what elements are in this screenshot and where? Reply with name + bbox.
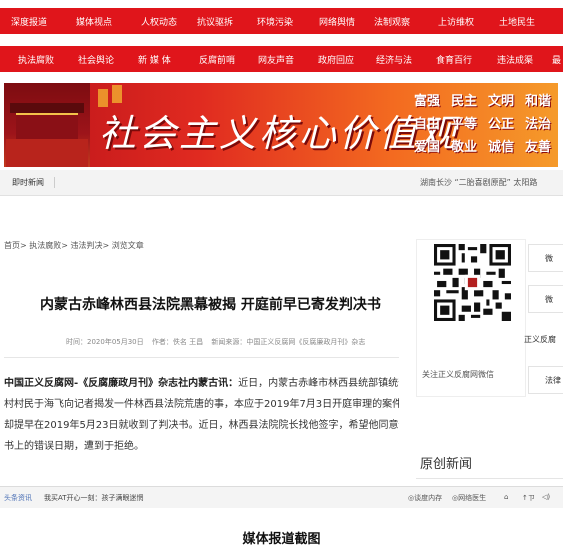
publish-date: 时间：2020年05月30日 — [66, 338, 144, 346]
nav-item-industries[interactable]: 食育百行 — [436, 53, 472, 66]
qr-code-icon[interactable] — [434, 244, 511, 321]
nav-item-social-opinion[interactable]: 社会舆论 — [78, 53, 114, 66]
value-term: 公正 — [488, 117, 515, 132]
nav-item-illegal[interactable]: 违法成渠 — [497, 53, 533, 66]
nav-item-land-livelihood[interactable]: 土地民生 — [499, 15, 535, 28]
nav-item-law-enforcement[interactable]: 执法腐败 — [18, 53, 54, 66]
article-meta: 时间：2020年05月30日 作者：佚名 王昌 新闻来源：中国正义反腐网《反腐廉… — [66, 337, 371, 347]
sidebar-link[interactable]: 正义反腐 — [524, 334, 556, 345]
nav-item-in-depth[interactable]: 深度报道 — [11, 15, 47, 28]
browser-status-bar: 头条资讯 我买AT开心一刻：孩子满眼迷惘 ◎谈度内存 ◎网络医生 ⌂ ↑ㄗ ◁) — [0, 486, 563, 508]
nav-item-more[interactable]: 最 — [552, 53, 561, 66]
memory-tool[interactable]: ◎谈度内存 — [408, 493, 442, 503]
nav-item-petition[interactable]: 上访维权 — [438, 15, 474, 28]
value-term: 友善 — [525, 140, 552, 155]
value-term: 诚信 — [488, 140, 515, 155]
status-news-text[interactable]: 我买AT开心一刻：孩子满眼迷惘 — [44, 493, 144, 503]
home-icon[interactable]: ⌂ — [504, 493, 508, 501]
article-line: 却提早在2019年5月23日就收到了判决书。近日，林西县法院院长找他签字，希望他… — [4, 420, 399, 431]
share-button[interactable]: 微 — [528, 285, 563, 313]
image-caption: 媒体报道截图 — [242, 532, 321, 547]
value-term: 富强 — [414, 94, 441, 109]
nav-item-gov-response[interactable]: 政府回应 — [318, 53, 354, 66]
nav-item-human-rights[interactable]: 人权动态 — [141, 15, 177, 28]
article-title: 内蒙古赤峰林西县法院黑幕被揭 开庭前早已寄发判决书 — [40, 297, 381, 313]
nav-item-anti-corruption[interactable]: 反腐前哨 — [199, 53, 235, 66]
value-term: 自由 — [414, 117, 441, 132]
article-body: 中国正义反腐网-《反腐廉政月刊》杂志社内蒙古讯：近日，内蒙古赤峰市林西县统部镇统… — [4, 373, 399, 457]
ticker-headline[interactable]: 湖南长沙 “二胎喜剧原配” 太阳路 — [420, 177, 537, 188]
screenshot: 深度报道 媒体视点 人权动态 抗议驱拆 环境污染 网络舆情 法制观察 上访维权 … — [0, 0, 563, 518]
nav-item-public-opinion[interactable]: 网络舆情 — [319, 15, 355, 28]
nav-item-demolition[interactable]: 抗议驱拆 — [197, 15, 233, 28]
main-nav-row-2: 执法腐败 社会舆论 新 媒 体 反腐前哨 网友声音 政府回应 经济与法 食育百行… — [0, 46, 563, 72]
nav-item-netizen-voice[interactable]: 网友声音 — [258, 53, 294, 66]
network-doctor[interactable]: ◎网络医生 — [452, 493, 486, 503]
article-line: 书上的错误日期，遭到于拒绝。 — [4, 441, 144, 452]
article-lead: 中国正义反腐网-《反腐廉政月刊》杂志社内蒙古讯： — [4, 378, 239, 389]
news-ticker: 即时新闻 湖南长沙 “二胎喜剧原配” 太阳路 — [0, 170, 563, 196]
share-button[interactable]: 微 — [528, 244, 563, 272]
qr-caption: 关注正义反腐网微信 — [422, 370, 494, 379]
value-term: 平等 — [451, 117, 478, 132]
author: 作者：佚名 王昌 — [151, 338, 204, 346]
divider — [4, 357, 399, 358]
article-line: 中国正义反腐网-《反腐廉政月刊》杂志社内蒙古讯：近日，内蒙古赤峰市林西县统部镇统… — [4, 378, 399, 389]
divider — [416, 478, 563, 479]
nav-item-new-media[interactable]: 新 媒 体 — [138, 53, 171, 66]
value-term: 和谐 — [525, 94, 552, 109]
value-term: 法治 — [525, 117, 552, 132]
nav-item-pollution[interactable]: 环境污染 — [257, 15, 293, 28]
news-feed-link[interactable]: 头条资讯 — [4, 493, 32, 503]
value-term: 文明 — [488, 94, 515, 109]
article-line: 村村民于海飞向记者揭发一件林西县法院荒唐的事，本应于2019年7月3日开庭审理的… — [4, 399, 399, 410]
download-icon[interactable]: ↑ㄗ — [522, 493, 535, 503]
news-source: 新闻来源：中国正义反腐网《反腐廉政月刊》杂志 — [211, 338, 366, 346]
value-term: 敬业 — [451, 140, 478, 155]
main-nav-row-1: 深度报道 媒体视点 人权动态 抗议驱拆 环境污染 网络舆情 法制观察 上访维权 … — [0, 8, 563, 34]
law-button[interactable]: 法律 — [528, 366, 563, 394]
value-term: 爱国 — [414, 140, 441, 155]
original-news-heading: 原创新闻 — [420, 457, 473, 472]
nav-item-legal-watch[interactable]: 法制观察 — [374, 15, 410, 28]
volume-icon[interactable]: ◁) — [542, 493, 550, 501]
value-term: 民主 — [451, 94, 478, 109]
ticker-label: 即时新闻 — [12, 177, 55, 188]
breadcrumb[interactable]: 首页> 执法腐败> 违法判决> 浏览文章 — [4, 240, 144, 251]
nav-item-economy-law[interactable]: 经济与法 — [376, 53, 412, 66]
tiananmen-graphic — [4, 83, 90, 167]
banner-slogan: 社会主义核心价值观 — [99, 112, 459, 155]
nav-item-media-view[interactable]: 媒体视点 — [76, 15, 112, 28]
core-values-banner: 社会主义核心价值观 富强 民主 文明 和谐 自由 平等 公正 法治 爱国 敬业 … — [4, 83, 558, 167]
